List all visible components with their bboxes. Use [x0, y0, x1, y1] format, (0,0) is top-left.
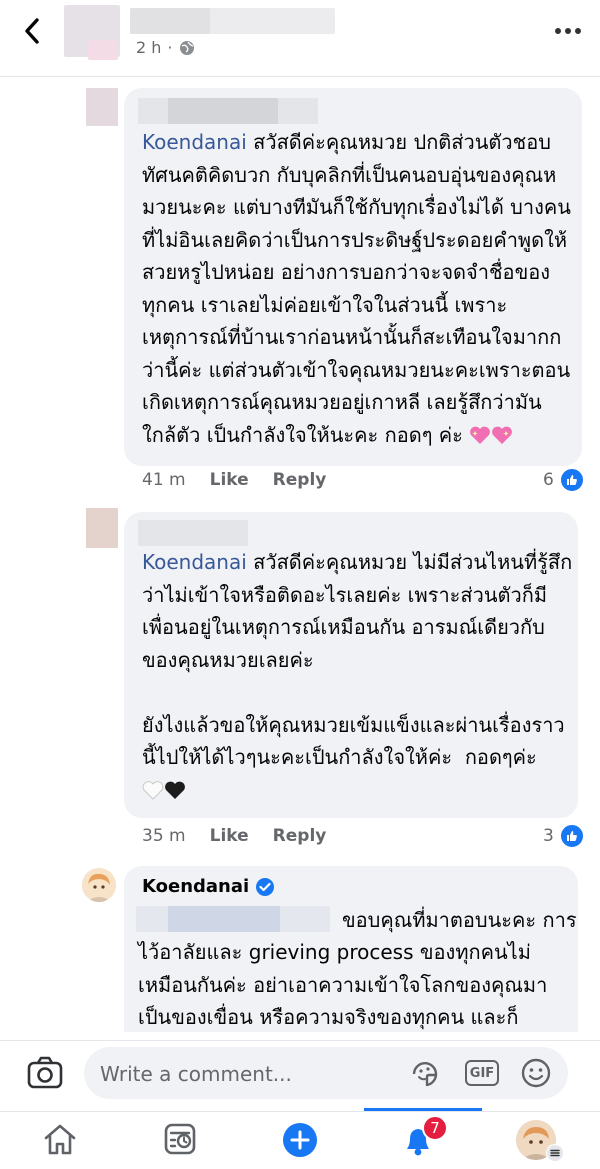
like-button[interactable]: Like [210, 470, 249, 490]
verified-badge-icon [256, 877, 275, 896]
sticker-button[interactable] [410, 1059, 440, 1089]
gif-button[interactable]: GIF [465, 1060, 499, 1086]
reaction-count: 6 [543, 470, 554, 490]
comment-line: มวยนะคะ แต่บางทีมันก็ใช้กับทุกเรื่องไม่ไ… [142, 195, 571, 219]
comment-input[interactable] [98, 1059, 392, 1089]
reply-button[interactable]: Reply [273, 826, 327, 846]
comment-line: เกิดเหตุการณ์คุณหมวยอยู่เกาหลี เลยรู้สึก… [142, 390, 542, 414]
comment-line: สวัสดีค่ะคุณหมวย ไม่มีส่วนไหนที่รู้สึก [246, 550, 573, 574]
header-divider [0, 76, 600, 77]
white-heart-icon [142, 780, 164, 800]
profile-menu-indicator [546, 1144, 564, 1162]
reaction-count: 3 [543, 826, 554, 846]
comment-actions: 35 m Like Reply [142, 826, 326, 846]
comment-text: Koendanai สวัสดีค่ะคุณหมวย ปกติส่วนตัวชอ… [142, 126, 571, 451]
post-author-avatar-blur [88, 40, 118, 60]
camera-icon [27, 1056, 63, 1089]
comment-time: 41 m [142, 470, 186, 490]
more-options-button[interactable] [548, 16, 588, 46]
separator-dot: · [167, 38, 173, 57]
comment-line: ทัศนคติคิดบวก กับบุคลิกที่เป็นคนอบอุ่นขอ… [142, 162, 557, 187]
like-reaction-icon [558, 823, 585, 849]
commenter-name-redacted[interactable] [138, 520, 248, 546]
page-name[interactable]: Koendanai [142, 876, 249, 897]
active-tab-indicator [364, 1108, 482, 1111]
black-heart-icon [165, 781, 185, 799]
comment-line: สวยหรูไปหน่อย อย่างการบอกว่าจะจดจำชื่อขอ… [142, 260, 551, 284]
comment-line: ยังไงแล้วขอให้คุณหมวยเข้มแข็งและผ่านเรื่… [142, 712, 565, 737]
nav-create-tab[interactable] [282, 1122, 318, 1158]
post-author-name-redacted-part [130, 8, 210, 34]
commenter-avatar[interactable] [86, 508, 118, 548]
comment-line: เป็นของเขื่อน หรือความจริงของทุกคน และก็ [138, 1005, 519, 1029]
more-dot [575, 28, 581, 34]
comment-line: เพื่อนอยู่ในเหตุการณ์เหมือนกัน อารมณ์เดี… [142, 615, 545, 639]
camera-button[interactable] [26, 1055, 64, 1091]
page-avatar[interactable] [82, 868, 116, 902]
chevron-left-icon [25, 18, 39, 44]
more-dot [555, 28, 561, 34]
sparkling-heart-icon [492, 426, 513, 444]
comment-actions: 41 m Like Reply [142, 470, 326, 490]
comment-line: ใกล้ตัว เป็นกำลังใจให้นะคะ กอดๆ ค่ะ [142, 422, 470, 447]
like-reaction-icon [558, 467, 585, 493]
commenter-name-redacted-part [168, 98, 278, 124]
comment-line: สวัสดีค่ะคุณหมวย ปกติส่วนตัวชอบ [246, 130, 551, 154]
commenter-avatar[interactable] [86, 88, 118, 126]
comment-line: ไว้อาลัยและ grieving process ของทุกคนไม่ [138, 940, 531, 964]
mention-tag[interactable]: Koendanai [142, 130, 247, 154]
mention-redacted-part [168, 906, 280, 932]
back-button[interactable] [18, 14, 48, 48]
sticker-icon [412, 1062, 438, 1087]
comment-bubble: Koendanai สวัสดีค่ะคุณหมวย ไม่มีส่วนไหนท… [124, 512, 578, 818]
menu-lines-icon [547, 1145, 563, 1161]
comment-line: เหมือนกันค่ะ อย่าเอาความเข้าใจโลกของคุณม… [138, 972, 548, 997]
mention-tag[interactable]: Koendanai [142, 550, 247, 574]
globe-icon [179, 40, 194, 55]
comment-bubble: Koendanai สวัสดีค่ะคุณหมวย ปกติส่วนตัวชอ… [124, 88, 582, 466]
comment-text: Koendanai สวัสดีค่ะคุณหมวย ไม่มีส่วนไหนท… [142, 546, 572, 806]
comment-line: ขอบคุณที่มาตอบนะคะ การ [342, 908, 577, 932]
plus-circle-icon [283, 1123, 317, 1157]
nav-feeds-tab[interactable] [162, 1121, 198, 1157]
notification-count-badge: 7 [422, 1115, 448, 1141]
like-button[interactable]: Like [210, 826, 249, 846]
comment-time: 35 m [142, 826, 186, 846]
reaction-summary[interactable]: 3 [543, 823, 585, 849]
comment-line: เหตุการณ์ที่บ้านเราก่อนหน้านั้นก็สะเทือน… [142, 325, 562, 349]
avatar-illustration-icon [82, 868, 116, 902]
more-dot [565, 28, 571, 34]
comment-line: ว่าไม่เข้าใจหรือติดอะไรเลยค่ะ เพราะส่วนต… [142, 582, 548, 607]
nav-divider [0, 1111, 600, 1112]
feeds-icon [164, 1123, 196, 1155]
reply-button[interactable]: Reply [273, 470, 327, 490]
smiley-icon [521, 1058, 551, 1088]
comment-line: ว่านี้ค่ะ แต่ส่วนตัวเข้าใจคุณหมวยนะคะเพร… [142, 357, 571, 382]
comment-line: ของคุณหมวยเลยค่ะ [142, 647, 314, 672]
reaction-summary[interactable]: 6 [543, 467, 585, 493]
page-name-row: Koendanai [142, 876, 275, 897]
composer-divider [0, 1040, 600, 1041]
post-time: 2 h [136, 38, 162, 57]
sparkling-heart-icon [470, 426, 491, 444]
home-icon [44, 1124, 76, 1155]
comment-line: ทุกคน เราเลยไม่ค่อยเข้าใจในส่วนนี้ เพราะ [142, 292, 508, 317]
nav-home-tab[interactable] [42, 1122, 78, 1156]
comment-line: นี้ไปให้ได้ไวๆนะคะเป็นกำลังใจให้ค่ะ กอดๆ… [142, 745, 537, 769]
comment-box: GIF [84, 1047, 568, 1099]
post-timestamp: 2 h · [136, 38, 195, 57]
comment-text: ไว้อาลัยและ grieving process ของทุกคนไม่… [138, 936, 547, 1034]
emoji-button[interactable] [520, 1057, 552, 1089]
comment-line: ที่ไม่อินเลยคิดว่าเป็นการประดิษฐ์ประดอยค… [142, 227, 568, 252]
